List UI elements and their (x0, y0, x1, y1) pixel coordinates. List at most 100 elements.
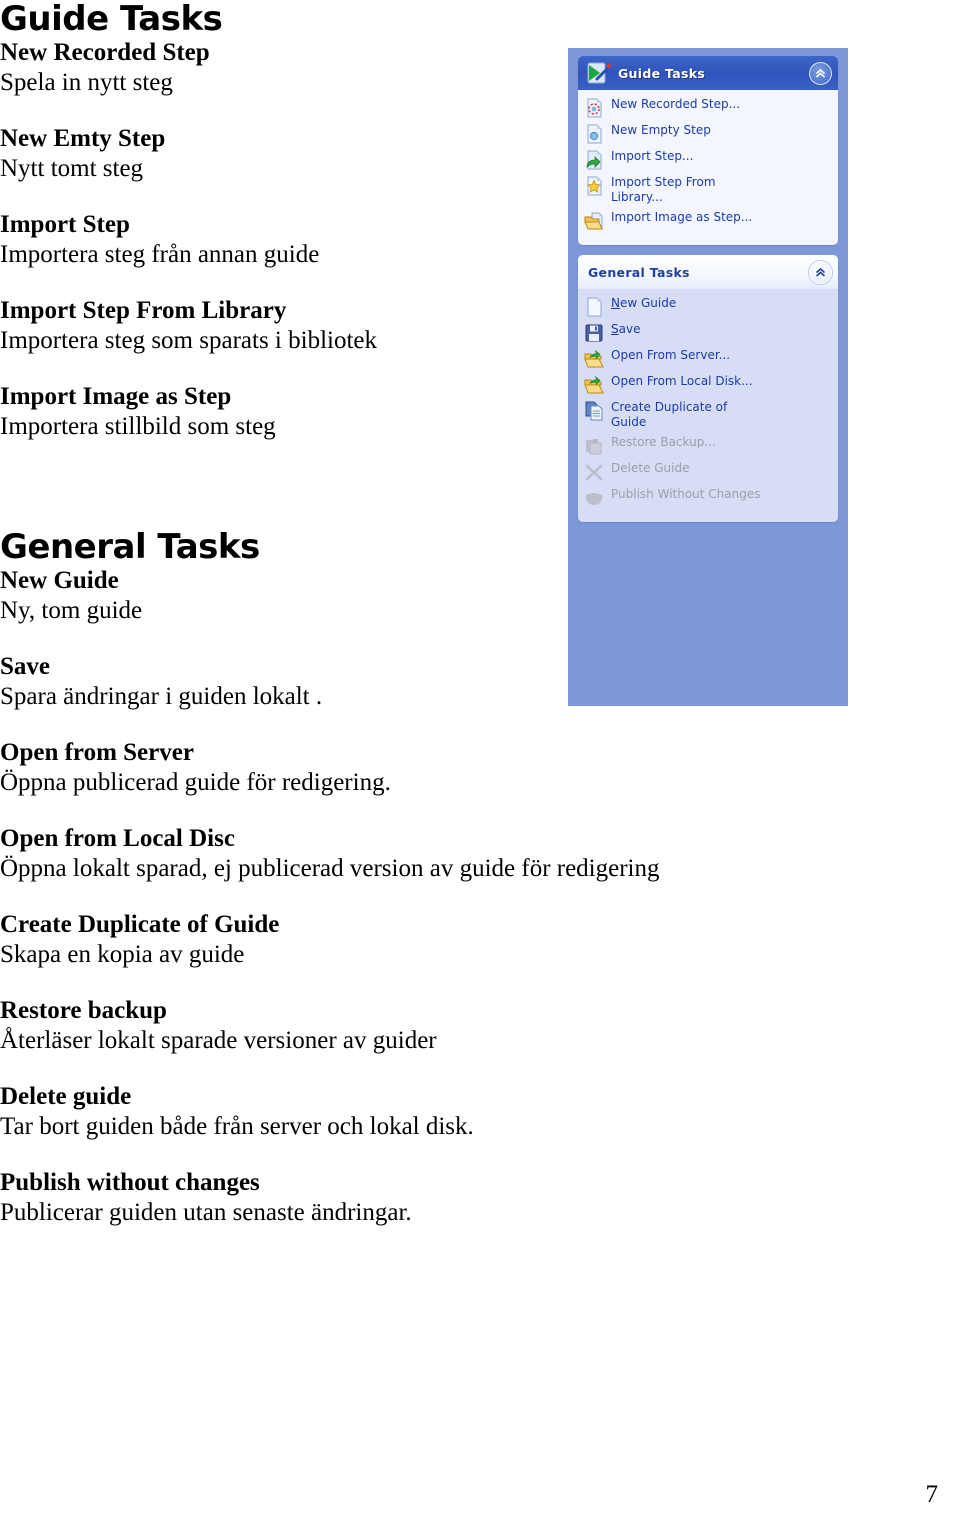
section-heading-guide-tasks: Guide Tasks (0, 0, 223, 39)
glossary-entry: New Recorded Step Spela in nytt steg (0, 38, 560, 98)
entry-description: Importera steg från annan guide (0, 241, 320, 268)
entry-term: Import Step (0, 211, 130, 238)
task-item-label: Publish Without Changes (611, 487, 761, 501)
task-item-label: Import Image as Step... (611, 210, 753, 224)
glossary-entry: Delete guide Tar bort guiden både från s… (0, 1082, 560, 1142)
entry-description: Publicerar guiden utan senaste ändringar… (0, 1199, 412, 1226)
guide-tasks-icon (584, 60, 612, 86)
entry-description: Spara ändringar i guiden lokalt . (0, 683, 323, 710)
task-item-label: Import Step... (611, 149, 694, 163)
glossary-entry: Save Spara ändringar i guiden lokalt . (0, 652, 560, 712)
entry-description: Importera stillbild som steg (0, 413, 276, 440)
glossary-entry: Create Duplicate of Guide Skapa en kopia… (0, 910, 560, 970)
panel-title: Guide Tasks (618, 65, 706, 81)
open-folder-arrow-icon (584, 349, 604, 369)
new-document-icon (584, 297, 604, 317)
entry-term: Restore backup (0, 997, 167, 1024)
open-folder-icon (584, 211, 604, 231)
entry-description: Spela in nytt steg (0, 69, 173, 96)
glossary-entry: Open from Server Öppna publicerad guide … (0, 738, 560, 798)
page-number: 7 (925, 1481, 939, 1508)
task-panel-general-tasks: General Tasks New Guide Save Open From S… (578, 255, 838, 522)
entry-term: New Emty Step (0, 125, 166, 152)
task-item-open-from-server[interactable]: Open From Server... (584, 348, 832, 369)
panel-body-general-tasks: New Guide Save Open From Server... Open … (578, 289, 838, 522)
glossary-entry: Publish without changes Publicerar guide… (0, 1168, 560, 1228)
collapse-chevron-icon[interactable] (809, 61, 832, 85)
collapse-chevron-icon[interactable] (809, 260, 832, 284)
task-item-open-from-local-disk[interactable]: Open From Local Disk... (584, 374, 832, 395)
task-item-new-guide[interactable]: New Guide (584, 296, 832, 317)
entry-description: Ny, tom guide (0, 597, 143, 624)
glossary-entry: Import Step Importera steg från annan gu… (0, 210, 560, 270)
task-item-label: Save (611, 322, 641, 336)
glossary-entry: Import Step From Library Importera steg … (0, 296, 560, 356)
glossary-entry: New Emty Step Nytt tomt steg (0, 124, 560, 184)
library-star-icon (584, 176, 604, 196)
task-item-delete-guide: Delete Guide (584, 461, 832, 482)
glossary-entry: Restore backup Återläser lokalt sparade … (0, 996, 560, 1056)
entry-term: Create Duplicate of Guide (0, 911, 280, 938)
glossary-entry: Import Image as Step Importera stillbild… (0, 382, 560, 442)
task-item-import-step[interactable]: Import Step... (584, 149, 832, 170)
task-item-import-step-from-library[interactable]: Import Step From Library... (584, 175, 832, 205)
entry-description: Öppna lokalt sparad, ej publicerad versi… (0, 855, 660, 882)
entry-description: Återläser lokalt sparade versioner av gu… (0, 1027, 437, 1054)
recorded-step-icon (584, 98, 604, 118)
task-item-label: Delete Guide (611, 461, 690, 475)
import-step-icon (584, 150, 604, 170)
task-item-label: New Guide (611, 296, 677, 310)
entry-term: Delete guide (0, 1083, 132, 1110)
task-item-save[interactable]: Save (584, 322, 832, 343)
entry-term: Import Step From Library (0, 297, 287, 324)
floppy-save-icon (584, 323, 604, 343)
entry-term: Import Image as Step (0, 383, 232, 410)
entry-term: Save (0, 653, 50, 680)
task-item-label: Open From Server... (611, 348, 731, 362)
entry-term: New Recorded Step (0, 39, 210, 66)
task-item-new-empty-step[interactable]: New Empty Step (584, 123, 832, 144)
panel-body-guide-tasks: New Recorded Step... New Empty Step Impo… (578, 90, 838, 245)
open-folder-arrow-icon (584, 375, 604, 395)
empty-step-icon (584, 124, 604, 144)
task-item-restore-backup: Restore Backup... (584, 435, 832, 456)
glossary-entry: Open from Local Disc Öppna lokalt sparad… (0, 824, 660, 884)
panel-title: General Tasks (588, 264, 690, 280)
accel-letter: N (611, 296, 620, 310)
panel-header-guide-tasks[interactable]: Guide Tasks (578, 56, 838, 90)
entry-description: Nytt tomt steg (0, 155, 144, 182)
task-item-label: Import Step From Library... (611, 175, 716, 204)
task-item-label: Create Duplicate of Guide (611, 400, 728, 429)
entry-description: Skapa en kopia av guide (0, 941, 245, 968)
section-heading-general-tasks: General Tasks (0, 527, 260, 567)
task-item-publish-without-changes: Publish Without Changes (584, 487, 832, 508)
accel-letter: S (611, 322, 619, 336)
panel-header-general-tasks[interactable]: General Tasks (578, 255, 838, 289)
task-item-new-recorded-step[interactable]: New Recorded Step... (584, 97, 832, 118)
entry-term: New Guide (0, 567, 119, 594)
task-item-create-duplicate-of-guide[interactable]: Create Duplicate of Guide (584, 400, 832, 430)
task-pane-screenshot: Guide Tasks New Recorded Step... New Emp… (568, 48, 848, 706)
task-item-label: New Recorded Step... (611, 97, 741, 111)
task-item-import-image-as-step[interactable]: Import Image as Step... (584, 210, 832, 231)
task-panel-guide-tasks: Guide Tasks New Recorded Step... New Emp… (578, 56, 838, 245)
entry-description: Tar bort guiden både från server och lok… (0, 1113, 474, 1140)
glossary-entry: New Guide Ny, tom guide (0, 566, 560, 626)
entry-description: Importera steg som sparats i bibliotek (0, 327, 378, 354)
publish-cloud-icon (584, 488, 604, 508)
entry-description: Öppna publicerad guide för redigering. (0, 769, 391, 796)
task-item-label: New Empty Step (611, 123, 711, 137)
document-text-column: Guide Tasks New Recorded Step Spela in n… (0, 0, 660, 1228)
entry-term: Open from Local Disc (0, 825, 235, 852)
